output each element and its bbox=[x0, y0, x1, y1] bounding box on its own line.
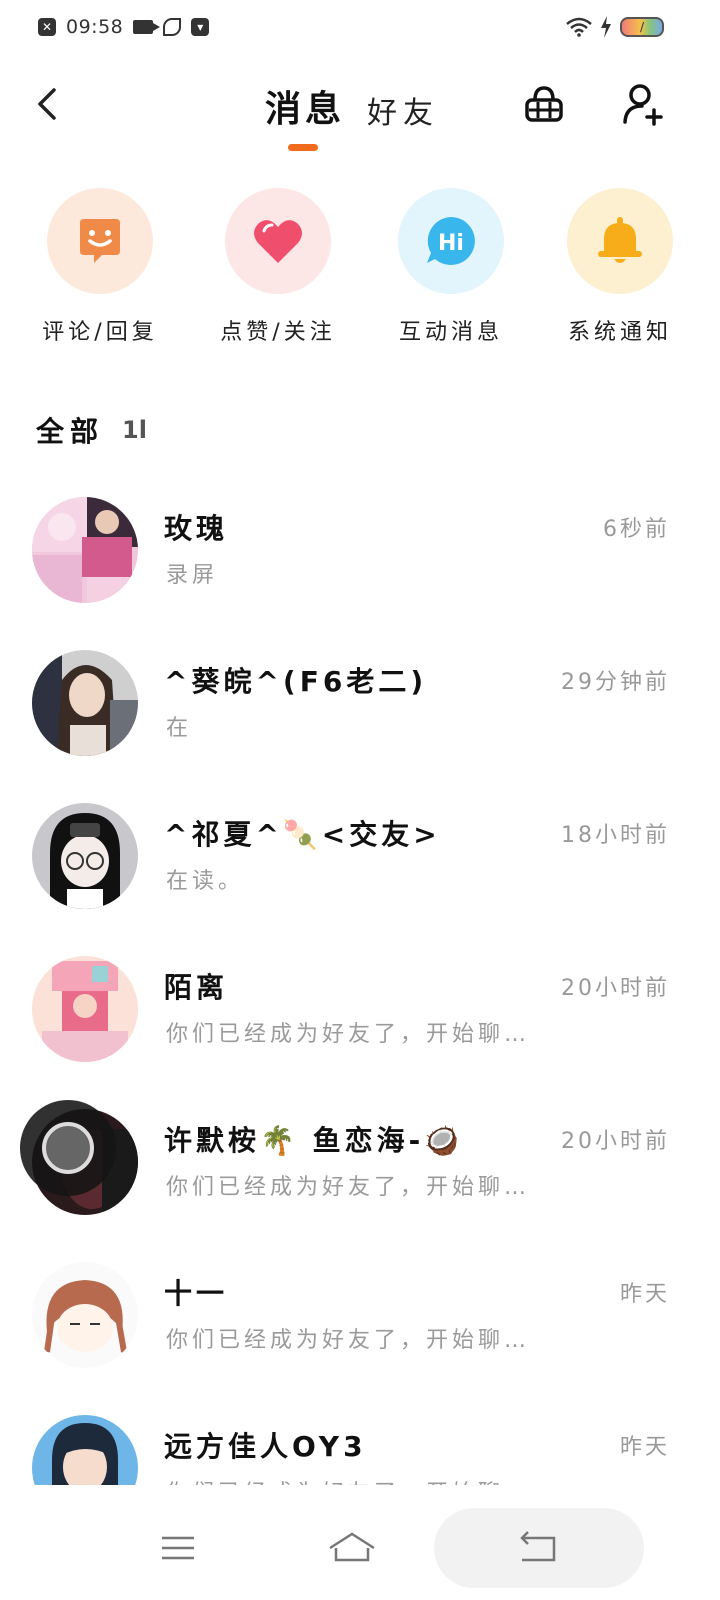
conversation-preview: 你们已经成为好友了，开始聊… bbox=[166, 1022, 531, 1047]
smile-bubble-icon bbox=[80, 219, 120, 263]
status-time: 09:58 bbox=[66, 16, 124, 38]
quick-action-likes[interactable]: 点赞/关注 bbox=[203, 188, 353, 346]
conversation-preview: 你们已经成为好友了，开始聊… bbox=[166, 1175, 531, 1200]
mail-icon: ▾ bbox=[191, 18, 210, 36]
conversation-name: 十一 bbox=[164, 1277, 229, 1310]
conversation-name: ^葵皖^(F6老二) bbox=[164, 665, 428, 698]
status-bar: ✕ 09:58 ▾ / bbox=[0, 0, 720, 56]
hi-bubble-icon: Hi bbox=[427, 217, 475, 265]
conversation-name: ^祁夏^🍡<交友> bbox=[164, 818, 441, 851]
tab-indicator bbox=[288, 144, 318, 151]
svg-text:Hi: Hi bbox=[438, 231, 464, 256]
back-nav-button[interactable] bbox=[434, 1508, 644, 1588]
home-icon bbox=[329, 1532, 375, 1562]
quick-action-comments[interactable]: 评论/回复 bbox=[25, 188, 175, 346]
leaf-icon bbox=[163, 18, 182, 36]
quick-action-interactions[interactable]: Hi 互动消息 bbox=[376, 188, 526, 346]
quick-action-label: 评论/回复 bbox=[42, 320, 158, 345]
quick-action-label: 系统通知 bbox=[567, 320, 672, 345]
avatar[interactable] bbox=[32, 650, 138, 756]
conversation-preview: 你们已经成为好友了，开始聊天吧 bbox=[166, 1475, 546, 1485]
tab-messages[interactable]: 消息 bbox=[265, 80, 345, 132]
conversation-row[interactable]: 陌离 20小时前 你们已经成为好友了，开始聊… bbox=[0, 944, 720, 1094]
back-button[interactable] bbox=[30, 84, 70, 124]
sort-icon[interactable]: 1l bbox=[122, 416, 147, 444]
avatar[interactable] bbox=[32, 1415, 138, 1485]
bell-icon bbox=[598, 217, 642, 263]
avatar[interactable] bbox=[32, 497, 138, 603]
quick-action-icon-bg bbox=[567, 188, 673, 294]
conversation-row[interactable]: 十一 昨天 你们已经成为好友了，开始聊天吧 bbox=[0, 1250, 720, 1400]
conversation-time: 18小时前 bbox=[561, 823, 670, 848]
quick-action-label: 点赞/关注 bbox=[220, 320, 336, 345]
conversation-row[interactable]: ^祁夏^🍡<交友> 18小时前 在读。 bbox=[0, 791, 720, 941]
conversation-time: 6秒前 bbox=[603, 517, 670, 542]
video-camera-icon bbox=[133, 20, 161, 34]
conversation-time: 昨天 bbox=[619, 1282, 670, 1307]
avatar[interactable] bbox=[32, 1262, 138, 1368]
recents-button[interactable] bbox=[140, 1508, 220, 1588]
conversation-name: 陌离 bbox=[164, 971, 229, 1004]
status-right: / bbox=[566, 16, 664, 38]
quick-actions: 评论/回复 点赞/关注 Hi 互动消息 系统通知 bbox=[0, 188, 720, 358]
tab-friends[interactable]: 好友 bbox=[367, 88, 439, 132]
battery-icon: / bbox=[620, 17, 664, 37]
basket-icon bbox=[525, 86, 563, 122]
conversation-name: 远方佳人OY3 bbox=[164, 1430, 367, 1463]
charging-icon bbox=[600, 16, 612, 38]
header: 消息 好友 bbox=[0, 70, 720, 160]
section-header: 全部 1l bbox=[36, 410, 147, 450]
conversation-time: 29分钟前 bbox=[561, 670, 670, 695]
conversation-row[interactable]: 玫瑰 6秒前 录屏 bbox=[0, 485, 720, 635]
conversation-row[interactable]: ^葵皖^(F6老二) 29分钟前 在 bbox=[0, 638, 720, 788]
status-left: ✕ 09:58 ▾ bbox=[38, 16, 210, 38]
floating-record-button[interactable] bbox=[20, 1100, 116, 1196]
quick-action-system[interactable]: 系统通知 bbox=[545, 188, 695, 346]
conversation-time: 昨天 bbox=[619, 1435, 670, 1460]
conversation-name: 玫瑰 bbox=[164, 512, 229, 545]
section-title: 全部 bbox=[36, 415, 105, 448]
home-button[interactable] bbox=[312, 1508, 392, 1588]
quick-action-icon-bg bbox=[225, 188, 331, 294]
header-tabs: 消息 好友 bbox=[265, 80, 439, 132]
system-nav-bar bbox=[0, 1486, 720, 1600]
conversation-time: 20小时前 bbox=[561, 976, 670, 1001]
conversation-name: 许默桉🌴 鱼恋海-🥥 bbox=[164, 1124, 464, 1157]
return-icon bbox=[520, 1531, 556, 1562]
close-notification-icon: ✕ bbox=[38, 18, 56, 36]
shop-button[interactable] bbox=[520, 80, 568, 128]
conversation-time: 20小时前 bbox=[561, 1129, 670, 1154]
conversation-preview: 录屏 bbox=[166, 563, 219, 588]
wifi-icon bbox=[566, 17, 592, 37]
conversation-preview: 在 bbox=[166, 716, 193, 741]
quick-action-label: 互动消息 bbox=[398, 320, 503, 345]
conversation-preview: 在读。 bbox=[166, 869, 245, 894]
add-user-icon bbox=[623, 84, 663, 126]
avatar[interactable] bbox=[32, 956, 138, 1062]
conversation-list: 玫瑰 6秒前 录屏 ^葵皖^(F6老二) 29分钟前 在 ^祁夏^🍡<交友> 1… bbox=[0, 485, 720, 1485]
avatar[interactable] bbox=[32, 803, 138, 909]
conversation-preview: 你们已经成为好友了，开始聊天吧 bbox=[166, 1328, 546, 1353]
chevron-left-icon bbox=[38, 88, 56, 120]
heart-icon bbox=[254, 220, 302, 263]
quick-action-icon-bg: Hi bbox=[398, 188, 504, 294]
menu-icon bbox=[162, 1536, 194, 1560]
conversation-row[interactable]: 远方佳人OY3 昨天 你们已经成为好友了，开始聊天吧 bbox=[0, 1403, 720, 1485]
quick-action-icon-bg bbox=[47, 188, 153, 294]
add-friend-button[interactable] bbox=[620, 80, 668, 128]
